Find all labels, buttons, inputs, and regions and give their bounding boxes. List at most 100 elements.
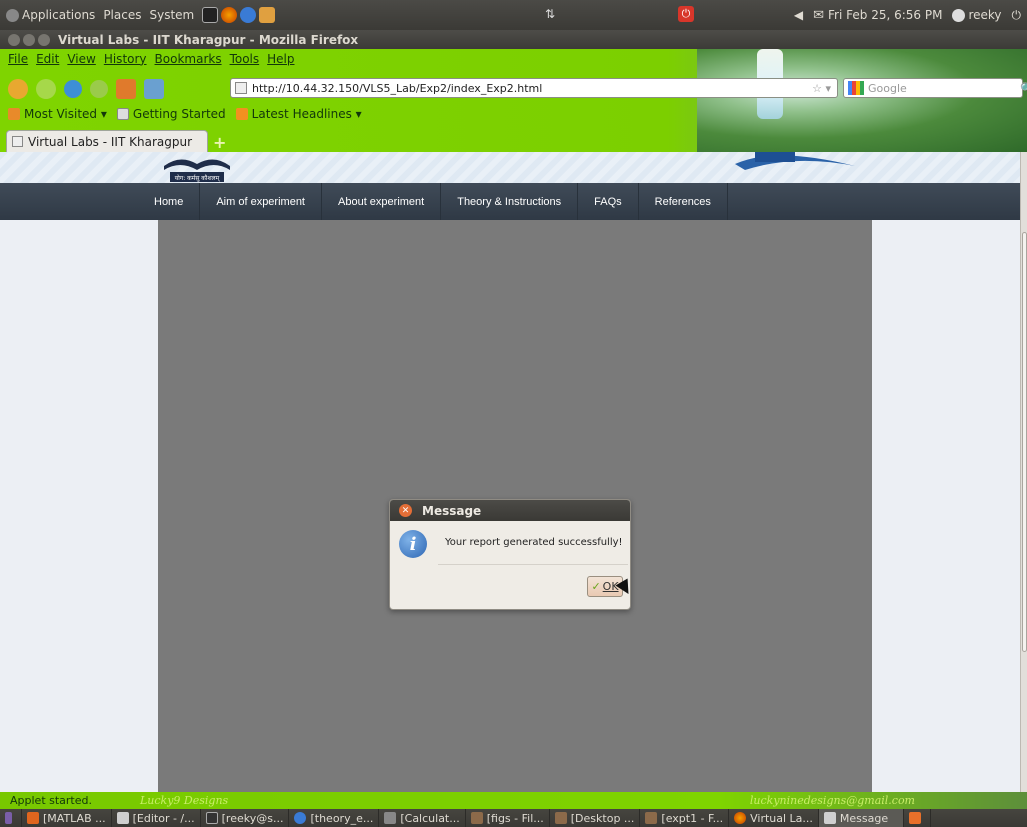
status-bar: Applet started. Lucky9 Designs luckynine… xyxy=(0,792,1027,809)
volume-icon[interactable]: ◀ xyxy=(794,8,803,22)
task-message[interactable]: Message xyxy=(818,809,904,827)
search-magnifier-icon[interactable]: 🔍 xyxy=(1020,82,1027,95)
tab-bar: Virtual Labs - IIT Kharagpur + xyxy=(0,128,1027,152)
nav-aim-of-experiment[interactable]: Aim of experiment xyxy=(200,183,322,220)
page-favicon-icon xyxy=(235,82,247,94)
folder-icon xyxy=(470,812,483,824)
stop-icon[interactable] xyxy=(90,80,108,98)
window-titlebar[interactable]: Virtual Labs - IIT Kharagpur - Mozilla F… xyxy=(0,30,1027,49)
virtual-labs-swoosh-icon xyxy=(735,152,855,170)
menu-view[interactable]: View xyxy=(67,52,95,66)
bookmark-most-visited[interactable]: Most Visited ▾ xyxy=(8,107,107,121)
help-icon[interactable] xyxy=(240,7,257,23)
terminal-icon[interactable] xyxy=(202,7,219,23)
url-text[interactable]: http://10.44.32.150/VLS5_Lab/Exp2/index_… xyxy=(252,82,542,95)
footer-email: luckyninedesigns@gmail.com xyxy=(749,794,915,807)
nav-home[interactable]: Home xyxy=(138,183,201,220)
nav-faqs[interactable]: FAQs xyxy=(578,183,639,220)
task-virtual-labs[interactable]: Virtual La... xyxy=(729,809,819,827)
task-desktop[interactable]: [Desktop ... xyxy=(550,809,641,827)
menu-edit[interactable]: Edit xyxy=(36,52,59,66)
dialog-title: Message xyxy=(422,503,482,518)
dialog-body: i Your report generated successfully! ✓ … xyxy=(390,521,630,609)
task-terminal[interactable]: [reeky@s... xyxy=(201,809,290,827)
iit-kharagpur-logo-icon: योग: कर्मसु कौशलम् xyxy=(164,159,230,182)
folder-icon xyxy=(554,812,567,824)
footer-brand: Lucky9 Designs xyxy=(140,794,229,807)
bookmark-star-icon[interactable]: ☆ ▾ xyxy=(812,82,831,95)
firefox-toolbar-area: File Edit View History Bookmarks Tools H… xyxy=(0,49,1027,152)
power-icon[interactable]: ⏻ xyxy=(678,6,694,22)
document-viewer-icon xyxy=(294,812,307,824)
minimize-window-icon[interactable] xyxy=(23,33,35,46)
task-matlab[interactable]: [MATLAB ... xyxy=(22,809,112,827)
task-expt1[interactable]: [expt1 - F... xyxy=(640,809,730,827)
gnome-top-panel: Applications Places System ⇅ ⏻ ◀ ✉ Fri F… xyxy=(0,0,1027,30)
task-figs[interactable]: [figs - Fil... xyxy=(466,809,550,827)
menu-file[interactable]: File xyxy=(8,52,28,66)
checkmark-icon: ✓ xyxy=(591,580,601,593)
applications-menu[interactable]: Applications xyxy=(22,8,95,22)
firefox-icon[interactable] xyxy=(221,7,238,23)
bookmarks-toolbar: Most Visited ▾ Getting Started Latest He… xyxy=(8,107,372,121)
close-window-icon[interactable] xyxy=(8,33,20,46)
search-placeholder[interactable]: Google xyxy=(868,82,907,95)
user-name[interactable]: reeky xyxy=(968,8,1001,22)
menubar: File Edit View History Bookmarks Tools H… xyxy=(8,52,303,66)
menu-bookmarks[interactable]: Bookmarks xyxy=(155,52,222,66)
download-icon[interactable] xyxy=(144,79,164,99)
dialog-message: Your report generated successfully! xyxy=(445,537,623,548)
home-icon[interactable] xyxy=(116,79,136,99)
menu-help[interactable]: Help xyxy=(267,52,294,66)
reload-icon[interactable] xyxy=(64,80,82,98)
nav-references[interactable]: References xyxy=(639,183,728,220)
firefox-task-icon xyxy=(734,812,747,824)
task-editor[interactable]: [Editor - /... xyxy=(112,809,201,827)
back-arrow-icon[interactable] xyxy=(8,79,28,99)
menu-history[interactable]: History xyxy=(104,52,147,66)
task-theory[interactable]: [theory_e... xyxy=(289,809,380,827)
shutdown-icon[interactable]: ⏻ xyxy=(1012,8,1022,23)
dialog-titlebar[interactable]: ✕ Message xyxy=(390,500,630,521)
calculator-icon xyxy=(384,812,397,824)
logo-motto: योग: कर्मसु कौशलम् xyxy=(175,174,220,182)
task-calculator[interactable]: [Calculat... xyxy=(379,809,466,827)
navigation-toolbar: http://10.44.32.150/VLS5_Lab/Exp2/index_… xyxy=(8,76,1027,102)
places-menu[interactable]: Places xyxy=(103,8,141,22)
terminal-task-icon xyxy=(205,812,218,824)
message-dialog: ✕ Message i Your report generated succes… xyxy=(389,499,631,610)
folder-icon xyxy=(645,812,658,824)
nav-theory-instructions[interactable]: Theory & Instructions xyxy=(441,183,579,220)
maximize-window-icon[interactable] xyxy=(38,33,50,46)
rss-icon xyxy=(235,108,248,120)
gnome-foot-icon[interactable] xyxy=(6,8,19,22)
menu-tools[interactable]: Tools xyxy=(230,52,260,66)
dialog-separator xyxy=(438,564,628,565)
bottom-taskbar: [MATLAB ... [Editor - /... [reeky@s... [… xyxy=(0,809,1027,827)
search-box[interactable]: Google 🔍 xyxy=(843,78,1027,98)
vertical-scrollbar[interactable] xyxy=(1020,152,1027,792)
google-search-engine-icon[interactable] xyxy=(848,81,864,95)
clock[interactable]: Fri Feb 25, 6:56 PM xyxy=(828,8,942,22)
matlab-icon xyxy=(27,812,39,824)
bookmark-latest-headlines[interactable]: Latest Headlines ▾ xyxy=(235,107,362,121)
dialog-close-icon[interactable]: ✕ xyxy=(399,504,412,517)
nav-about-experiment[interactable]: About experiment xyxy=(322,183,442,220)
info-icon: i xyxy=(399,530,427,558)
window-title: Virtual Labs - IIT Kharagpur - Mozilla F… xyxy=(58,32,359,47)
user-figure-icon[interactable] xyxy=(259,7,276,23)
bookmark-getting-started[interactable]: Getting Started xyxy=(116,107,226,121)
task-extra-icon[interactable] xyxy=(904,809,931,827)
mail-icon[interactable]: ✉ xyxy=(813,8,824,23)
page-viewport: योग: कर्मसु कौशलम् Home Aim of experimen… xyxy=(0,152,1020,792)
new-tab-plus-icon[interactable]: + xyxy=(213,133,226,152)
network-arrows-icon[interactable]: ⇅ xyxy=(545,7,561,23)
address-bar[interactable]: http://10.44.32.150/VLS5_Lab/Exp2/index_… xyxy=(230,78,838,98)
forward-arrow-icon[interactable] xyxy=(36,79,56,99)
editor-icon xyxy=(116,812,129,824)
scrollbar-thumb[interactable] xyxy=(1022,232,1027,652)
user-status-icon[interactable] xyxy=(952,8,966,22)
tab-virtual-labs[interactable]: Virtual Labs - IIT Kharagpur xyxy=(6,130,208,152)
system-menu[interactable]: System xyxy=(149,8,194,22)
show-desktop-icon[interactable] xyxy=(0,809,22,827)
